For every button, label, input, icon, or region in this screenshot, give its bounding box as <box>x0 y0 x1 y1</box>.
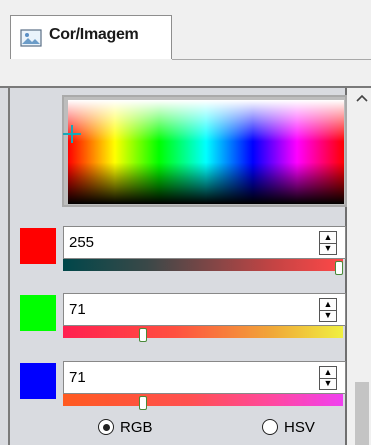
green-channel: 71 ▲ ▼ <box>63 293 346 359</box>
red-spinner[interactable]: ▲ ▼ <box>319 231 337 255</box>
scrollbar-thumb[interactable] <box>355 382 369 445</box>
green-value: 71 <box>69 301 86 318</box>
green-slider-thumb[interactable] <box>139 328 147 342</box>
radio-circle <box>262 419 278 435</box>
spin-down-icon[interactable]: ▼ <box>320 310 336 321</box>
spin-down-icon[interactable]: ▼ <box>320 243 336 254</box>
radio-dot <box>103 424 110 431</box>
tab-label: Cor/Imagem <box>49 26 139 43</box>
radio-circle <box>98 419 114 435</box>
red-slider-thumb[interactable] <box>335 261 343 275</box>
green-swatch <box>20 295 56 331</box>
blue-swatch <box>20 363 56 399</box>
radio-rgb-label: RGB <box>120 419 153 436</box>
blue-value: 71 <box>69 369 86 386</box>
header-band <box>0 60 371 86</box>
radio-rgb[interactable]: RGB <box>98 418 158 438</box>
blue-value-field[interactable]: 71 ▲ ▼ <box>63 361 346 394</box>
blue-spinner[interactable]: ▲ ▼ <box>319 366 337 390</box>
blue-slider-thumb[interactable] <box>139 396 147 410</box>
red-slider-track[interactable] <box>63 259 343 271</box>
green-spinner[interactable]: ▲ ▼ <box>319 298 337 322</box>
green-slider-track[interactable] <box>63 326 343 338</box>
green-value-field[interactable]: 71 ▲ ▼ <box>63 293 346 326</box>
red-value-field[interactable]: 255 ▲ ▼ <box>63 226 346 259</box>
image-icon <box>20 29 42 47</box>
red-value: 255 <box>69 234 95 251</box>
panel-left-border <box>8 88 10 445</box>
color-spectrum-picker[interactable] <box>68 100 344 204</box>
red-swatch <box>20 228 56 264</box>
tab-cor-imagem[interactable]: Cor/Imagem <box>10 15 172 59</box>
chevron-up-icon[interactable] <box>355 92 369 104</box>
spin-down-icon[interactable]: ▼ <box>320 378 336 389</box>
radio-hsv-label: HSV <box>284 419 315 436</box>
red-channel: 255 ▲ ▼ <box>63 226 346 292</box>
radio-hsv[interactable]: HSV <box>262 418 322 438</box>
crosshair-icon[interactable] <box>63 125 81 143</box>
blue-slider-track[interactable] <box>63 394 343 406</box>
